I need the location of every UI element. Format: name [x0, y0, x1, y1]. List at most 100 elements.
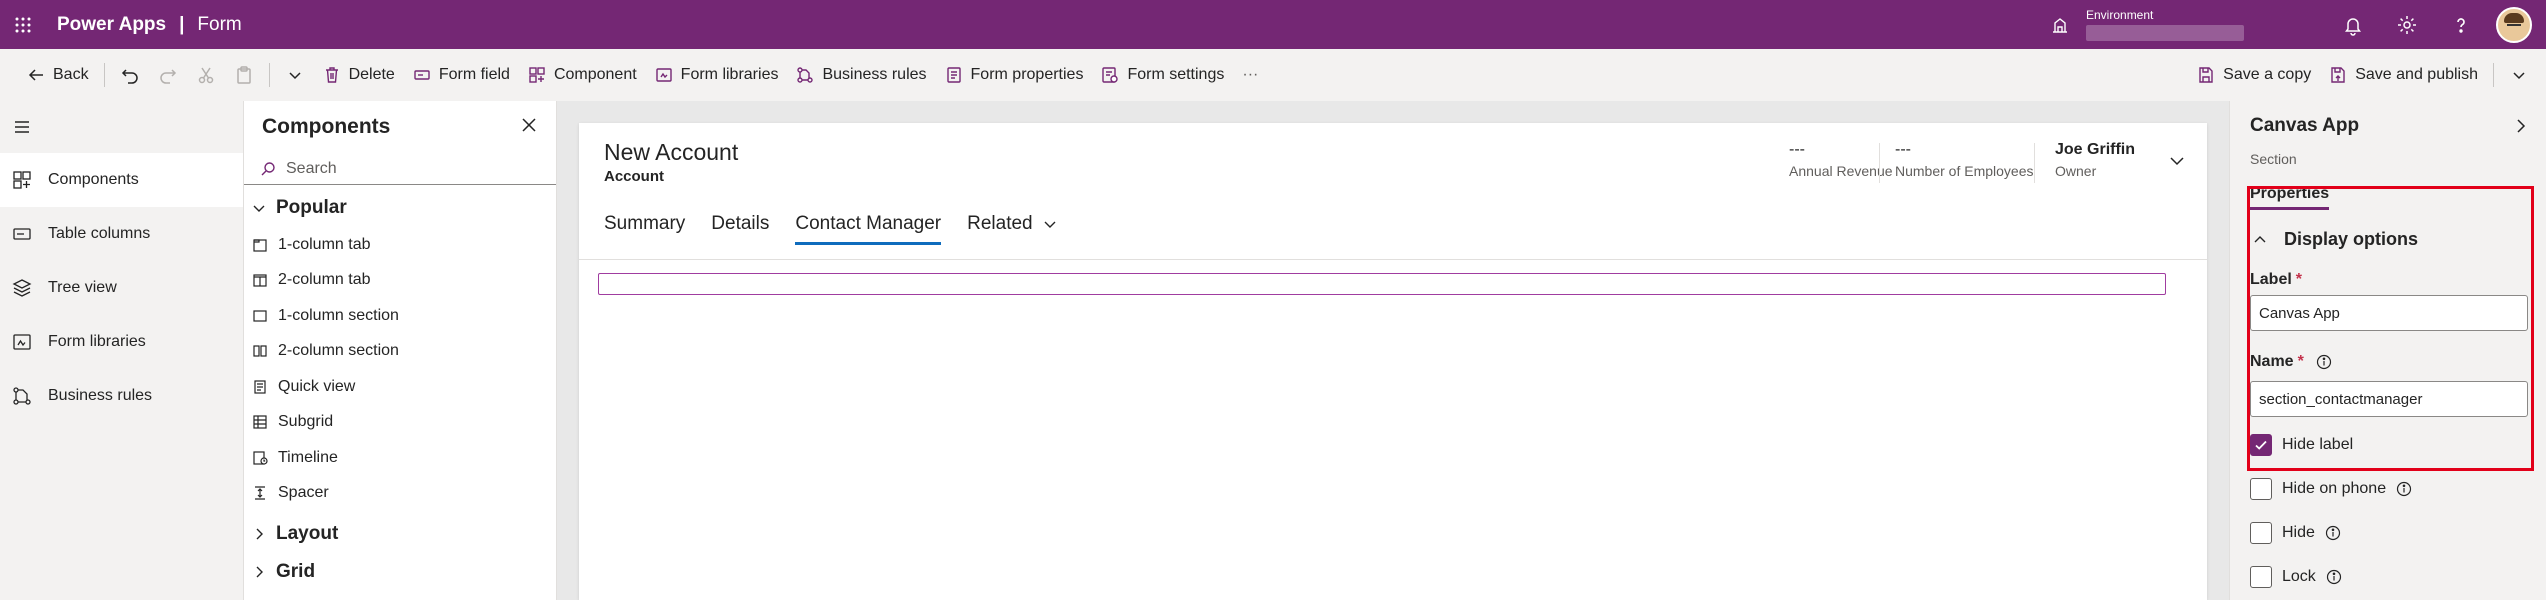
nav-item-table-columns[interactable]: Table columns — [0, 207, 243, 261]
component-item-1-column-tab[interactable]: 1-column tab — [244, 227, 556, 263]
label-input[interactable] — [2250, 295, 2528, 331]
hide-on-phone-checkbox[interactable]: Hide on phone — [2250, 478, 2412, 500]
user-avatar[interactable] — [2496, 6, 2532, 43]
delete-button[interactable]: Delete — [314, 57, 404, 93]
info-icon[interactable] — [2316, 354, 2332, 370]
environment-selector[interactable]: Environment — [2086, 8, 2256, 41]
subgrid-icon — [253, 415, 267, 429]
component-item-label: 2-column tab — [278, 271, 371, 289]
checkbox-unchecked[interactable] — [2250, 478, 2272, 500]
component-button[interactable]: Component — [519, 57, 646, 93]
display-options-group[interactable]: Display options — [2250, 229, 2418, 250]
save-publish-label: Save and publish — [2355, 66, 2478, 83]
form-settings-button[interactable]: Form settings — [1092, 57, 1233, 93]
form-libraries-button[interactable]: Form libraries — [646, 57, 788, 93]
group-layout[interactable]: Layout — [244, 515, 556, 553]
component-icon — [529, 67, 545, 83]
hide-label-checkbox[interactable]: Hide label — [2250, 434, 2353, 456]
owner-link[interactable]: Joe Griffin — [2055, 141, 2135, 163]
component-item-timeline[interactable]: Timeline — [244, 440, 556, 476]
component-item-subgrid[interactable]: Subgrid — [244, 405, 556, 441]
tab-contact-manager[interactable]: Contact Manager — [795, 203, 941, 245]
app-name[interactable]: Power Apps — [57, 14, 166, 36]
nav-item-business-rules[interactable]: Business rules — [0, 369, 243, 423]
tab-label: Contact Manager — [795, 213, 942, 234]
checkbox-unchecked[interactable] — [2250, 566, 2272, 588]
save-publish-button[interactable]: Save and publish — [2320, 57, 2487, 93]
paste-button[interactable] — [225, 57, 263, 93]
nav-item-label: Business rules — [48, 387, 153, 404]
group-grid[interactable]: Grid — [244, 553, 556, 591]
group-popular[interactable]: Popular — [244, 189, 556, 227]
bell-icon[interactable] — [2326, 0, 2380, 49]
gear-icon[interactable] — [2380, 0, 2434, 49]
info-icon[interactable] — [2396, 481, 2412, 497]
components-header: Components — [244, 101, 556, 153]
business-rules-icon — [13, 387, 31, 405]
component-item-label: Spacer — [278, 484, 329, 502]
header-expand-chevron-icon[interactable] — [2167, 151, 2187, 176]
form-field-button[interactable]: Form field — [404, 57, 519, 93]
header-divider — [2034, 143, 2035, 183]
undo-button[interactable] — [111, 57, 149, 93]
more-dropdown-button[interactable] — [276, 57, 314, 93]
selected-section-canvas-app[interactable] — [598, 273, 2166, 295]
trash-icon — [325, 67, 338, 83]
chevron-down-icon — [2513, 72, 2525, 80]
tab-summary[interactable]: Summary — [604, 203, 685, 245]
search-input[interactable] — [286, 159, 546, 178]
save-copy-button[interactable]: Save a copy — [2188, 57, 2320, 93]
more-commands-button[interactable]: ··· — [1233, 57, 1267, 93]
close-icon[interactable] — [520, 116, 538, 139]
nav-item-form-libraries[interactable]: Form libraries — [0, 315, 243, 369]
divider — [268, 63, 270, 87]
chevron-right-icon[interactable] — [2512, 117, 2530, 140]
header-field-owner[interactable]: Joe Griffin Owner — [2055, 141, 2135, 179]
checkmark-icon — [2255, 440, 2267, 450]
lock-checkbox[interactable]: Lock — [2250, 566, 2342, 588]
name-field-label-row: Name * — [2250, 353, 2332, 371]
hide-checkbox[interactable]: Hide — [2250, 522, 2341, 544]
info-icon[interactable] — [2325, 525, 2341, 541]
waffle-icon[interactable] — [0, 0, 45, 49]
header-field-number-of-employees[interactable]: --- Number of Employees — [1895, 141, 2034, 179]
save-options-dropdown[interactable] — [2500, 57, 2538, 93]
header-field-annual-revenue[interactable]: --- Annual Revenue — [1789, 141, 1893, 179]
group-label: Popular — [276, 197, 347, 218]
field-label-text: Label — [2250, 271, 2292, 288]
divider — [2493, 63, 2494, 87]
component-item-quick-view[interactable]: Quick view — [244, 369, 556, 405]
page-name: Form — [197, 13, 242, 35]
chevron-right-icon — [256, 528, 263, 540]
component-item-label: Subgrid — [278, 413, 334, 431]
component-item-spacer[interactable]: Spacer — [244, 476, 556, 512]
hamburger-icon[interactable] — [0, 101, 243, 153]
tab-details[interactable]: Details — [711, 203, 769, 245]
back-button[interactable]: Back — [18, 57, 98, 93]
header-field-value: --- — [1895, 141, 1911, 158]
redo-button[interactable] — [149, 57, 187, 93]
form-properties-button[interactable]: Form properties — [936, 57, 1093, 93]
component-item-1-column-section[interactable]: 1-column section — [244, 298, 556, 334]
tab-related[interactable]: Related — [967, 203, 1057, 245]
help-icon[interactable] — [2434, 0, 2488, 49]
label-field-label: Label * — [2250, 271, 2302, 289]
nav-item-tree-view[interactable]: Tree view — [0, 261, 243, 315]
tab-divider — [579, 259, 2207, 260]
properties-subtitle: Section — [2250, 151, 2297, 167]
top-right-controls: Environment — [2048, 0, 2546, 49]
environment-icon[interactable] — [2048, 13, 2072, 37]
two-column-tab-icon — [253, 274, 267, 287]
one-column-tab-icon — [253, 239, 267, 252]
info-icon[interactable] — [2326, 569, 2342, 585]
component-item-2-column-section[interactable]: 2-column section — [244, 334, 556, 370]
group-label: Layout — [276, 523, 339, 544]
cut-button[interactable] — [187, 57, 225, 93]
checkbox-checked[interactable] — [2250, 434, 2272, 456]
component-item-2-column-tab[interactable]: 2-column tab — [244, 263, 556, 299]
command-bar: Back Delete Form field Component Form li… — [0, 49, 2546, 101]
business-rules-button[interactable]: Business rules — [787, 57, 935, 93]
nav-item-components[interactable]: Components — [0, 153, 243, 207]
checkbox-unchecked[interactable] — [2250, 522, 2272, 544]
name-input[interactable] — [2250, 381, 2528, 417]
